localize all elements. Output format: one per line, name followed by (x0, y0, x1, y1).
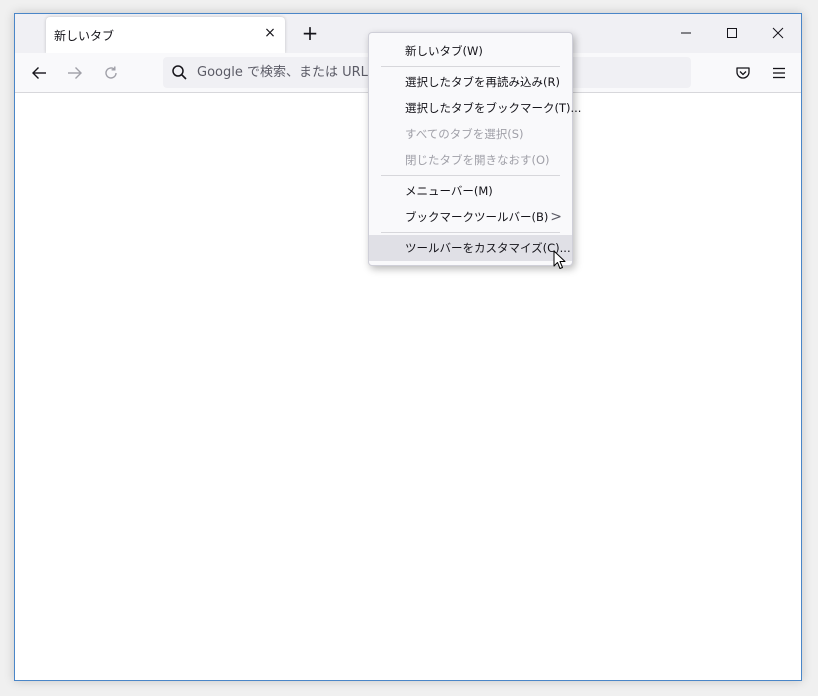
arrow-left-icon (32, 67, 46, 79)
maximize-icon (727, 28, 737, 38)
maximize-button[interactable] (709, 14, 755, 52)
menu-separator (381, 175, 560, 176)
menu-item-select-all-tabs: すべてのタブを選択(S) (405, 127, 524, 141)
tab-title: 新しいタブ (54, 29, 115, 43)
mouse-cursor-icon (553, 250, 566, 269)
menu-item-bookmark-selected-tabs[interactable]: 選択したタブをブックマーク(T)... (369, 95, 581, 121)
reload-button[interactable] (99, 61, 123, 85)
menu-item-bookmarks-toolbar[interactable]: ブックマークツールバー(B) > (369, 204, 572, 230)
back-button[interactable] (27, 61, 51, 85)
menu-separator (381, 66, 560, 67)
pocket-button[interactable] (731, 61, 755, 85)
chevron-right-icon: > (550, 209, 562, 225)
close-icon (772, 27, 784, 39)
new-tab-button[interactable]: + (299, 23, 321, 45)
forward-button[interactable] (63, 61, 87, 85)
minimize-button[interactable] (663, 14, 709, 52)
tab-context-menu: 新しいタブ(W) 選択したタブを再読み込み(R) 選択したタブをブックマーク(T… (368, 32, 581, 266)
close-window-button[interactable] (755, 14, 801, 52)
menu-item-menu-bar[interactable]: メニューバー(M) (369, 178, 572, 204)
hamburger-icon (773, 67, 785, 79)
tab-close-icon[interactable]: × (261, 24, 279, 42)
menu-item-label: ブックマークツールバー(B) (405, 210, 549, 224)
menu-item-reload-selected-tabs[interactable]: 選択したタブを再読み込み(R) (369, 69, 572, 95)
arrow-right-icon (68, 67, 82, 79)
menu-item-reopen-closed-tab: 閉じたタブを開きなおす(O) (405, 153, 550, 167)
menu-item-customize-toolbar[interactable]: ツールバーをカスタマイズ(C)... (369, 235, 572, 261)
reload-icon (105, 66, 117, 79)
minimize-icon (681, 32, 691, 34)
menu-separator (381, 232, 560, 233)
tab-new-tab[interactable]: 新しいタブ × (46, 17, 285, 53)
menu-item-new-tab[interactable]: 新しいタブ(W) (369, 38, 572, 64)
search-icon (172, 65, 187, 80)
pocket-icon (736, 67, 750, 79)
app-menu-button[interactable] (767, 61, 791, 85)
